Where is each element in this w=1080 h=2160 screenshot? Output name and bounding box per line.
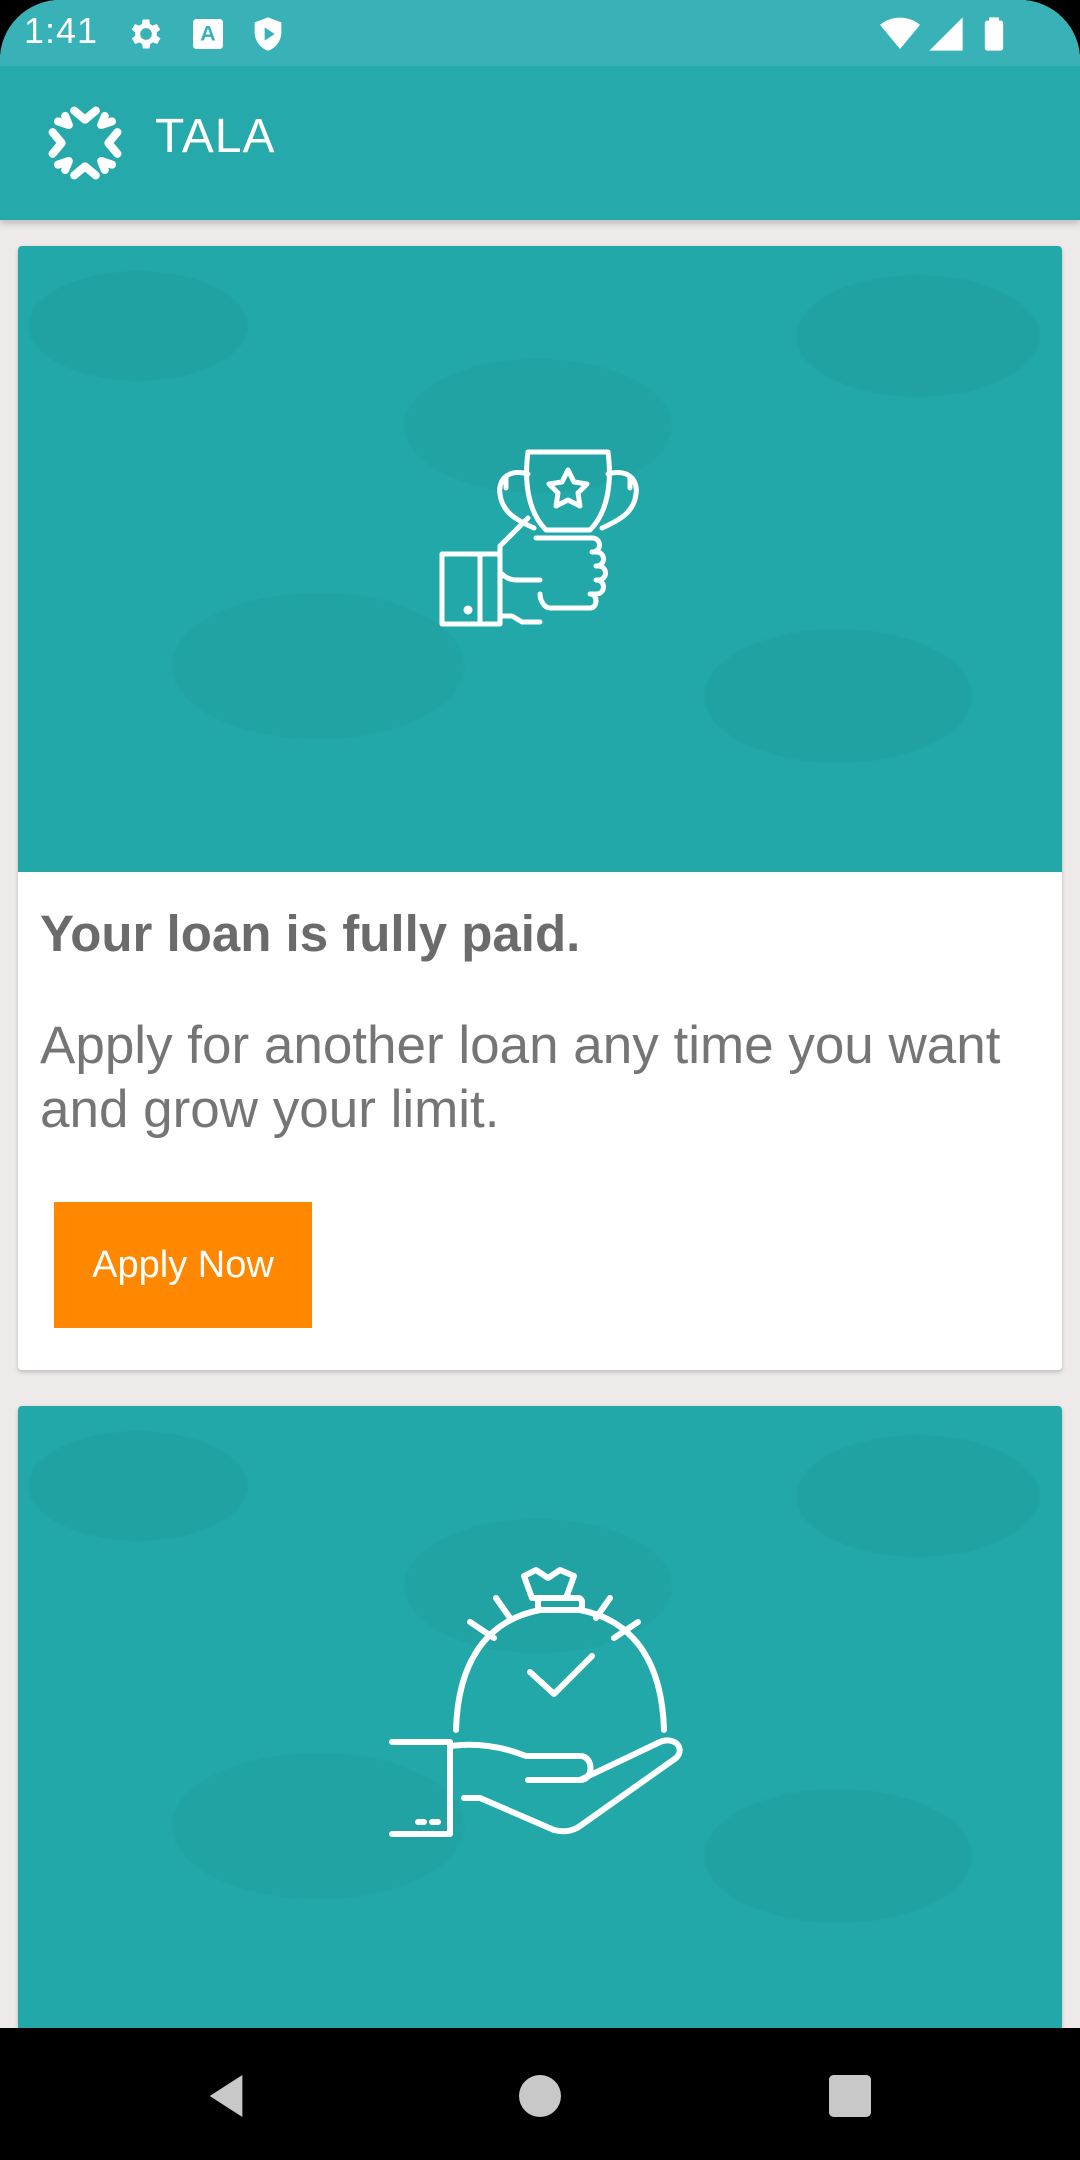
- apply-now-button[interactable]: Apply Now: [54, 1202, 312, 1328]
- screen: 1:41 A TALA Your loan is fully paid. App…: [0, 0, 1080, 2160]
- home-icon[interactable]: [512, 2068, 568, 2124]
- card-body: Your loan is fully paid. Apply for anoth…: [18, 872, 1062, 1364]
- svg-text:A: A: [200, 21, 216, 46]
- text-a-icon: A: [193, 19, 223, 49]
- back-icon[interactable]: [198, 2068, 254, 2124]
- card-hero: [18, 1406, 1062, 2046]
- status-time: 1:41: [24, 10, 99, 51]
- card-description: Apply for another loan any time you want…: [40, 1016, 1001, 1139]
- shield-play-icon: [254, 17, 282, 51]
- card-title: Your loan is fully paid.: [40, 905, 581, 962]
- navigation-bar: [0, 2028, 1080, 2160]
- recents-icon[interactable]: [822, 2068, 878, 2124]
- status-bar: 1:41 A: [0, 0, 1080, 66]
- hand-holding-trophy-icon: [439, 449, 639, 627]
- loan-offer-card: [18, 1406, 1062, 2046]
- gear-icon: [131, 19, 161, 49]
- wifi-icon: [880, 17, 920, 49]
- battery-icon: [984, 17, 1004, 51]
- card-hero: [18, 246, 1062, 872]
- app-bar: TALA: [0, 66, 1080, 220]
- hand-holding-money-bag-icon: [389, 1567, 683, 1837]
- cellular-signal-icon: [929, 17, 963, 51]
- tala-logo-icon: [48, 106, 122, 180]
- app-title: TALA: [155, 110, 276, 163]
- loan-paid-card: Your loan is fully paid. Apply for anoth…: [18, 246, 1062, 1370]
